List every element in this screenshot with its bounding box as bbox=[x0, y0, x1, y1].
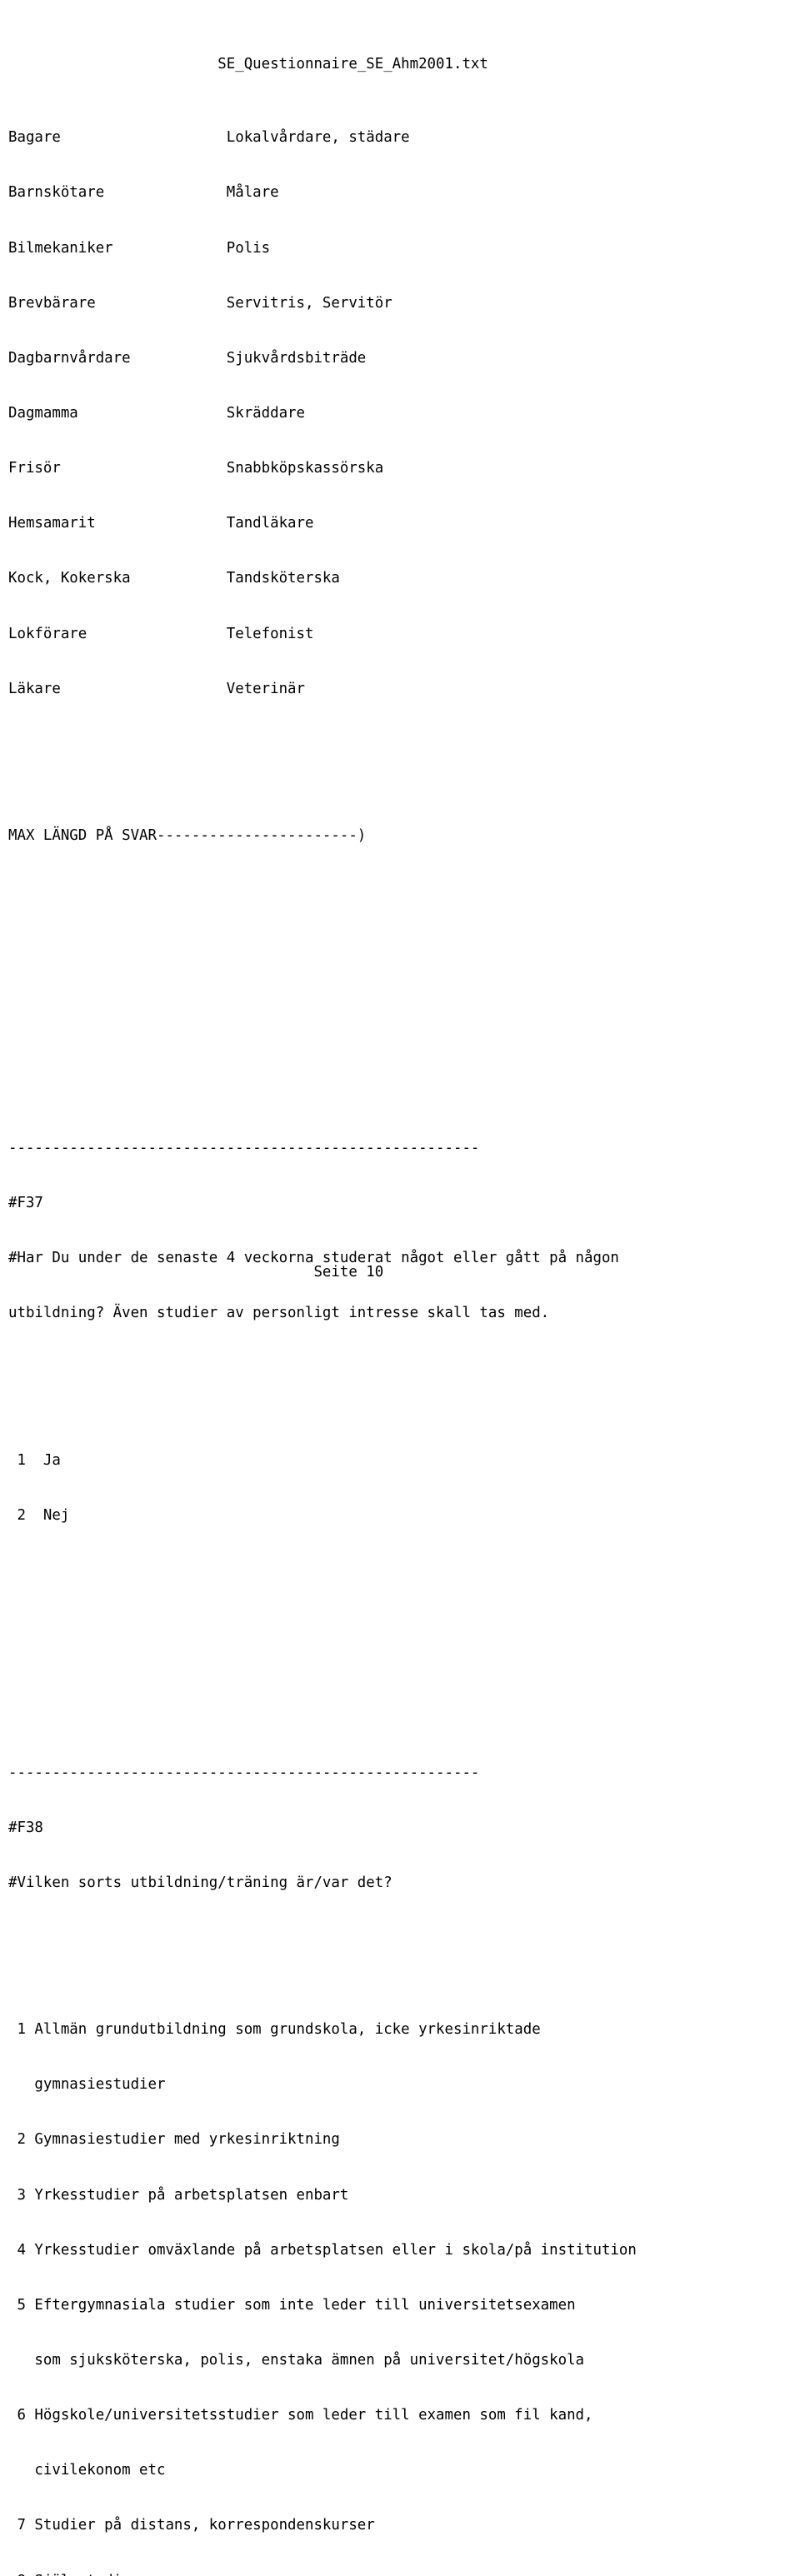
option-f38-1[interactable]: 1 Allmän grundutbildning som grundskola,… bbox=[8, 2020, 800, 2039]
option-f38-6-cont: civilekonom etc bbox=[8, 2462, 166, 2479]
occupation-row: Dagmamma Skräddare bbox=[8, 405, 305, 422]
question-text-f37-line2: utbildning? Även studier av personligt i… bbox=[8, 1305, 550, 1322]
page-footer: Seite 10 bbox=[8, 1264, 384, 1281]
occupation-row: Lokförare Telefonist bbox=[8, 625, 314, 642]
question-id-f37: #F37 bbox=[8, 1195, 43, 1212]
occupation-row: Bagare Lokalvårdare, städare bbox=[8, 129, 410, 147]
option-f38-5[interactable]: 5 Eftergymnasiala studier som inte leder… bbox=[8, 2296, 800, 2314]
option-f38-2[interactable]: 2 Gymnasiestudier med yrkesinriktning bbox=[8, 2130, 800, 2149]
occupation-row: Bilmekaniker Polis bbox=[8, 239, 271, 257]
section-separator: ----------------------------------------… bbox=[8, 1764, 480, 1781]
option-f37-2[interactable]: 2 Nej bbox=[8, 1506, 800, 1525]
option-f38-8[interactable]: 8 Självstudier bbox=[8, 2572, 800, 2576]
max-length-marker: MAX LÄNGD PÅ SVAR-----------------------… bbox=[8, 827, 367, 845]
option-f38-5-cont: som sjuksköterska, polis, enstaka ämnen … bbox=[8, 2352, 585, 2369]
option-f38-3[interactable]: 3 Yrkesstudier på arbetsplatsen enbart bbox=[8, 2186, 800, 2204]
section-separator: ----------------------------------------… bbox=[8, 1139, 480, 1156]
occupation-row: Frisör Snabbköpskassörska bbox=[8, 460, 384, 477]
occupation-row: Hemsamarit Tandläkare bbox=[8, 515, 314, 532]
occupation-row: Brevbärare Servitris, Servitör bbox=[8, 294, 392, 312]
option-f38-7[interactable]: 7 Studier på distans, korrespondenskurse… bbox=[8, 2516, 800, 2534]
occupation-row: Barnskötare Målare bbox=[8, 184, 279, 202]
option-f38-1-cont: gymnasiestudier bbox=[8, 2076, 166, 2094]
document-page: SE_Questionnaire_SE_Ahm2001.txt Bagare L… bbox=[0, 0, 800, 2576]
question-text-f38: #Vilken sorts utbildning/träning är/var … bbox=[8, 1874, 392, 1891]
occupation-row: Läkare Veterinär bbox=[8, 680, 305, 697]
document-title: SE_Questionnaire_SE_Ahm2001.txt bbox=[8, 56, 488, 73]
question-id-f38: #F38 bbox=[8, 1819, 43, 1836]
occupation-row: Dagbarnvårdare Sjukvårdsbiträde bbox=[8, 349, 367, 367]
option-f38-4[interactable]: 4 Yrkesstudier omväxlande på arbetsplats… bbox=[8, 2241, 800, 2259]
option-f37-1[interactable]: 1 Ja bbox=[8, 1451, 800, 1470]
option-f38-6[interactable]: 6 Högskole/universitetsstudier som leder… bbox=[8, 2406, 800, 2424]
occupation-row: Kock, Kokerska Tandsköterska bbox=[8, 570, 340, 587]
document-text-body: SE_Questionnaire_SE_Ahm2001.txt Bagare L… bbox=[8, 0, 800, 2576]
